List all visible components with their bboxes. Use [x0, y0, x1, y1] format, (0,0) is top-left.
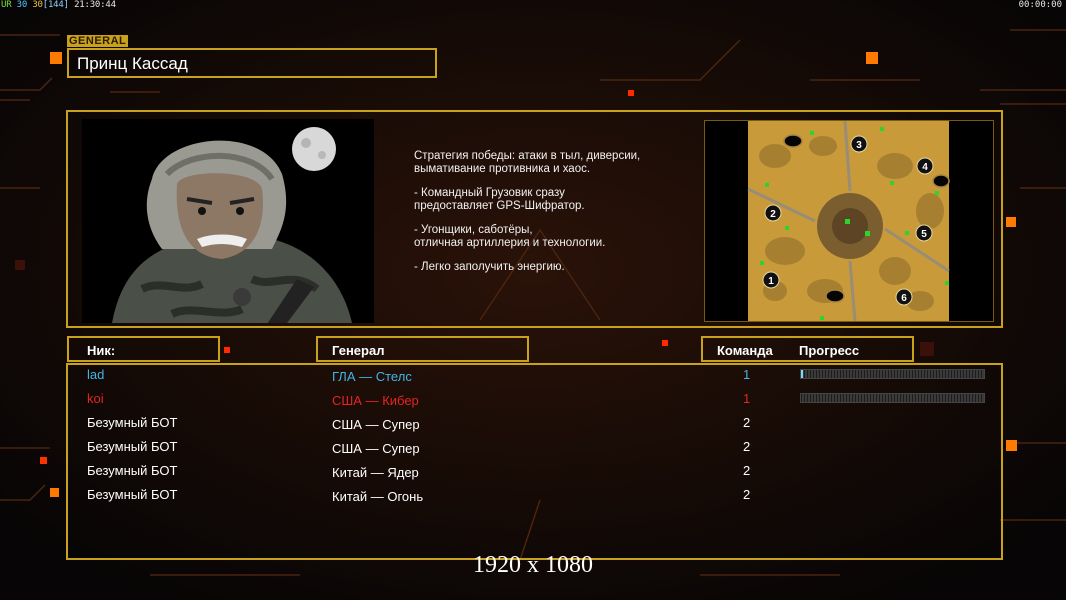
- map-start-1: 1: [768, 276, 774, 287]
- minimap-icon: 1 2 3 4 5 6: [747, 120, 950, 322]
- column-header-general: Генерал: [316, 336, 529, 362]
- column-header-nick: Ник:: [67, 336, 220, 362]
- player-team: 2: [743, 487, 751, 502]
- map-preview[interactable]: 1 2 3 4 5 6: [704, 120, 994, 322]
- player-general: Китай — Огонь: [332, 489, 424, 504]
- general-info-panel: Стратегия победы: атаки в тыл, диверсии,…: [66, 110, 1003, 328]
- column-header-team-label: Команда: [717, 343, 773, 358]
- fps-counter: UR 30 30[144] 21:30:44: [1, 0, 116, 10]
- column-header-team-progress: Команда Прогресс: [701, 336, 914, 362]
- map-start-2: 2: [770, 209, 776, 220]
- game-time: 21:30:44: [74, 0, 116, 10]
- column-header-general-label: Генерал: [332, 343, 385, 358]
- strategy-description: Стратегия победы: атаки в тыл, диверсии,…: [414, 150, 704, 285]
- fps-value: 30: [16, 0, 28, 10]
- player-general: ГЛА — Стелс: [332, 369, 412, 384]
- strategy-line: Стратегия победы: атаки в тыл, диверсии,…: [414, 150, 641, 175]
- general-portrait: [82, 119, 374, 323]
- map-start-3: 3: [856, 140, 862, 151]
- player-progress-fill: [801, 370, 803, 378]
- player-row: Безумный БОТ США — Супер 2: [68, 413, 1001, 437]
- player-nick: Безумный БОТ: [87, 439, 178, 454]
- player-general: США — Супер: [332, 417, 420, 432]
- player-row: koi США — Кибер 1: [68, 389, 1001, 413]
- general-name-box: Принц Кассад: [67, 48, 437, 78]
- fps-prefix: UR: [1, 0, 12, 10]
- player-general: США — Супер: [332, 441, 420, 456]
- player-team: 2: [743, 439, 751, 454]
- player-row: Безумный БОТ США — Супер 2: [68, 437, 1001, 461]
- strategy-line: - Командный Грузовик сразу предоставляет…: [414, 187, 585, 212]
- player-general: США — Кибер: [332, 393, 419, 408]
- fps-limit: [144]: [42, 0, 69, 10]
- portrait-image: [82, 119, 374, 323]
- players-list: lad ГЛА — Стелс 1 koi США — Кибер 1 Безу…: [66, 363, 1003, 560]
- player-row: Безумный БОТ Китай — Ядер 2: [68, 461, 1001, 485]
- player-team: 2: [743, 463, 751, 478]
- map-start-5: 5: [921, 229, 927, 240]
- player-nick: Безумный БОТ: [87, 463, 178, 478]
- general-name: Принц Кассад: [77, 54, 188, 73]
- player-row: Безумный БОТ Китай — Огонь 2: [68, 485, 1001, 509]
- strategy-line: - Угонщики, саботёры, отличная артиллери…: [414, 224, 606, 249]
- map-start-6: 6: [901, 293, 907, 304]
- player-team: 1: [743, 367, 751, 382]
- match-timer: 00:00:00: [1018, 0, 1062, 10]
- player-general: Китай — Ядер: [332, 465, 419, 480]
- player-nick: koi: [87, 391, 104, 406]
- fps-value-2: 30: [32, 0, 43, 10]
- player-progress-bar: [800, 393, 985, 403]
- map-start-4: 4: [922, 162, 928, 173]
- player-progress-bar: [800, 369, 985, 379]
- resolution-label: 1920 x 1080: [473, 552, 593, 578]
- player-nick: Безумный БОТ: [87, 415, 178, 430]
- strategy-line: - Легко заполучить энергию.: [414, 261, 565, 273]
- player-team: 1: [743, 391, 751, 406]
- column-header-nick-label: Ник:: [87, 343, 116, 358]
- player-nick: lad: [87, 367, 105, 382]
- player-row: lad ГЛА — Стелс 1: [68, 365, 1001, 389]
- player-nick: Безумный БОТ: [87, 487, 178, 502]
- general-section-tag: GENERAL: [67, 35, 129, 47]
- column-header-progress-label: Прогресс: [799, 343, 860, 358]
- player-team: 2: [743, 415, 751, 430]
